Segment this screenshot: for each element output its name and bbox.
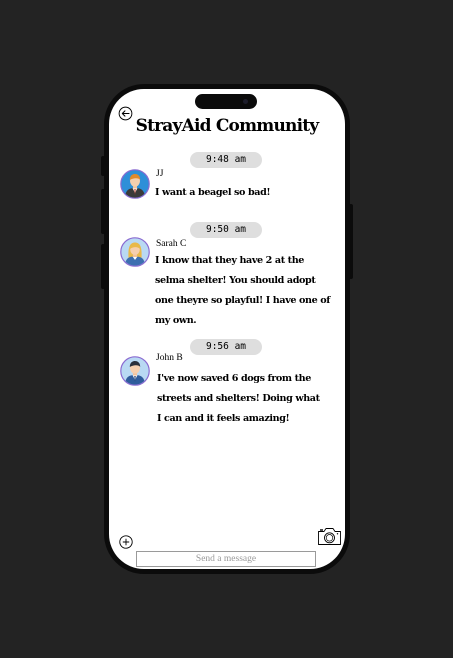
sender-name: John B xyxy=(156,353,183,363)
phone-frame: StrayAid Community 9:48 am JJ I want a b… xyxy=(101,84,353,574)
message-text: I want a beagel so bad! xyxy=(155,187,271,198)
side-button-right xyxy=(349,204,353,279)
page-title: StrayAid Community xyxy=(135,116,320,136)
message-text: I know that they have 2 at the selma she… xyxy=(155,255,330,326)
message-text: I've now saved 6 dogs from the streets a… xyxy=(157,373,320,424)
screen: StrayAid Community 9:48 am JJ I want a b… xyxy=(109,89,345,569)
camera-icon[interactable] xyxy=(317,526,342,546)
message-input[interactable] xyxy=(136,551,316,567)
sender-name: JJ xyxy=(156,169,164,179)
message-timestamp: 9:48 am xyxy=(190,152,262,168)
dynamic-island xyxy=(195,94,257,109)
user-avatar-icon[interactable] xyxy=(120,169,150,199)
message-timestamp: 9:50 am xyxy=(190,222,262,238)
user-avatar-icon[interactable] xyxy=(120,356,150,386)
side-button-left-1 xyxy=(101,156,105,176)
user-avatar-icon[interactable] xyxy=(120,237,150,267)
side-button-left-2 xyxy=(101,189,105,234)
plus-icon[interactable] xyxy=(119,535,133,549)
side-button-left-3 xyxy=(101,244,105,289)
message-timestamp: 9:56 am xyxy=(190,339,262,355)
sender-name: Sarah C xyxy=(156,239,187,249)
